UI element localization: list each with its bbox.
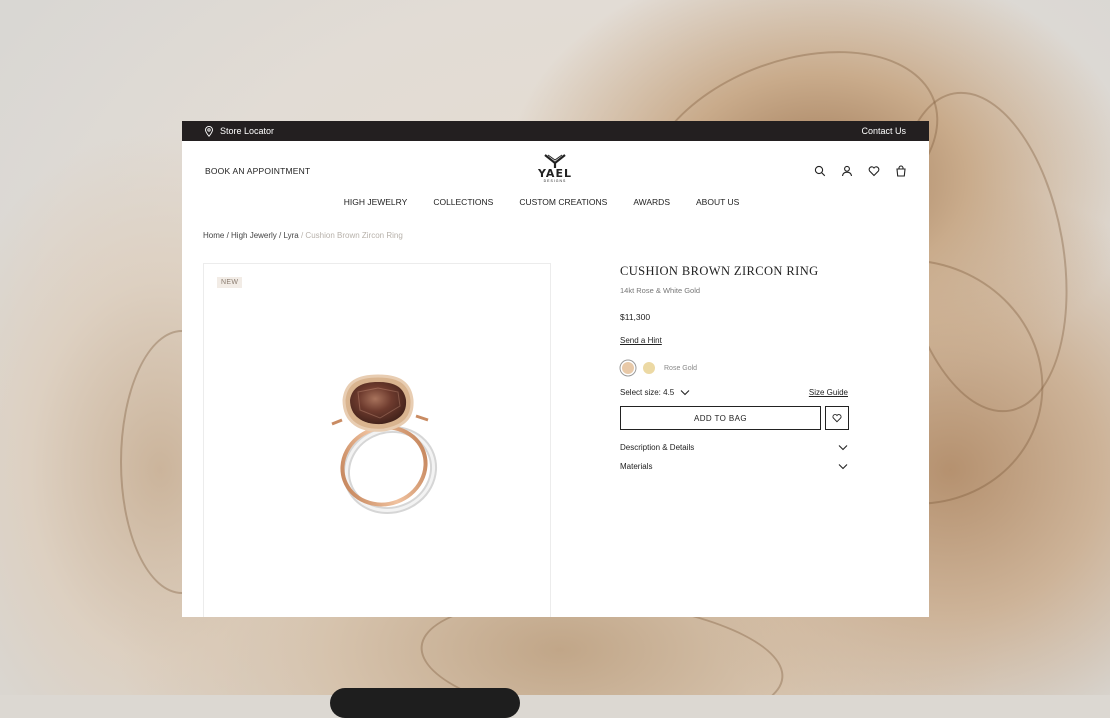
product-price: $11,300 xyxy=(620,312,651,322)
product-image xyxy=(331,374,438,514)
top-bar: Store Locator Contact Us xyxy=(182,121,929,141)
header-icons xyxy=(814,165,907,177)
size-select[interactable]: Select size: 4.5 xyxy=(620,388,690,397)
logo[interactable]: YAEL DESIGNS xyxy=(538,154,572,184)
swatch-yellow-gold[interactable] xyxy=(643,362,655,374)
account-icon[interactable] xyxy=(841,165,853,177)
logo-wordmark: YAEL xyxy=(538,167,572,180)
site-header: BOOK AN APPOINTMENT YAEL DESIGNS xyxy=(182,141,929,201)
chevron-down-icon xyxy=(680,390,690,396)
store-locator-link[interactable]: Store Locator xyxy=(204,125,275,137)
product-info: CUSHION BROWN ZIRCON RING 14kt Rose & Wh… xyxy=(620,264,850,471)
send-hint-link[interactable]: Send a Hint xyxy=(620,336,662,345)
product-gallery[interactable]: NEW xyxy=(203,263,551,617)
size-row: Select size: 4.5 Size Guide xyxy=(620,388,848,397)
product-subtitle: 14kt Rose & White Gold xyxy=(620,286,701,295)
breadcrumb-current: Cushion Brown Zircon Ring xyxy=(305,231,403,240)
browser-window: Store Locator Contact Us BOOK AN APPOINT… xyxy=(182,121,929,617)
contact-us-link[interactable]: Contact Us xyxy=(861,126,906,136)
swatch-label: Rose Gold xyxy=(664,364,698,372)
size-select-label: Select size: 4.5 xyxy=(620,388,675,397)
swatch-rose-gold[interactable] xyxy=(622,362,634,374)
breadcrumb-home[interactable]: Home xyxy=(203,231,224,240)
accordion-description[interactable]: Description & Details xyxy=(620,443,848,452)
book-appointment-link[interactable]: BOOK AN APPOINTMENT xyxy=(205,166,310,176)
logo-mark-icon xyxy=(544,154,566,168)
add-to-bag-button[interactable]: ADD TO BAG xyxy=(620,406,821,430)
location-pin-icon xyxy=(205,125,213,137)
new-badge: NEW xyxy=(217,277,243,288)
search-icon[interactable] xyxy=(814,165,826,177)
cart-row: ADD TO BAG xyxy=(620,406,850,430)
accordion-materials[interactable]: Materials xyxy=(620,462,848,471)
metal-swatches: Rose Gold xyxy=(620,362,850,374)
heart-icon xyxy=(832,414,842,423)
accordion-description-label: Description & Details xyxy=(620,443,695,452)
product-title: CUSHION BROWN ZIRCON RING xyxy=(620,264,819,278)
size-guide-link[interactable]: Size Guide xyxy=(809,388,848,397)
accordion-materials-label: Materials xyxy=(620,462,653,471)
chevron-down-icon xyxy=(838,464,848,470)
add-to-wishlist-button[interactable] xyxy=(825,406,849,430)
store-locator-label: Store Locator xyxy=(220,126,275,136)
breadcrumb-high-jewelry[interactable]: High Jewerly xyxy=(231,231,277,240)
wishlist-icon[interactable] xyxy=(868,165,880,177)
chevron-down-icon xyxy=(838,445,848,451)
breadcrumb: Home / High Jewerly / Lyra / Cushion Bro… xyxy=(203,231,403,240)
breadcrumb-lyra[interactable]: Lyra xyxy=(283,231,298,240)
bottom-pill xyxy=(330,688,520,718)
bag-icon[interactable] xyxy=(895,165,907,177)
